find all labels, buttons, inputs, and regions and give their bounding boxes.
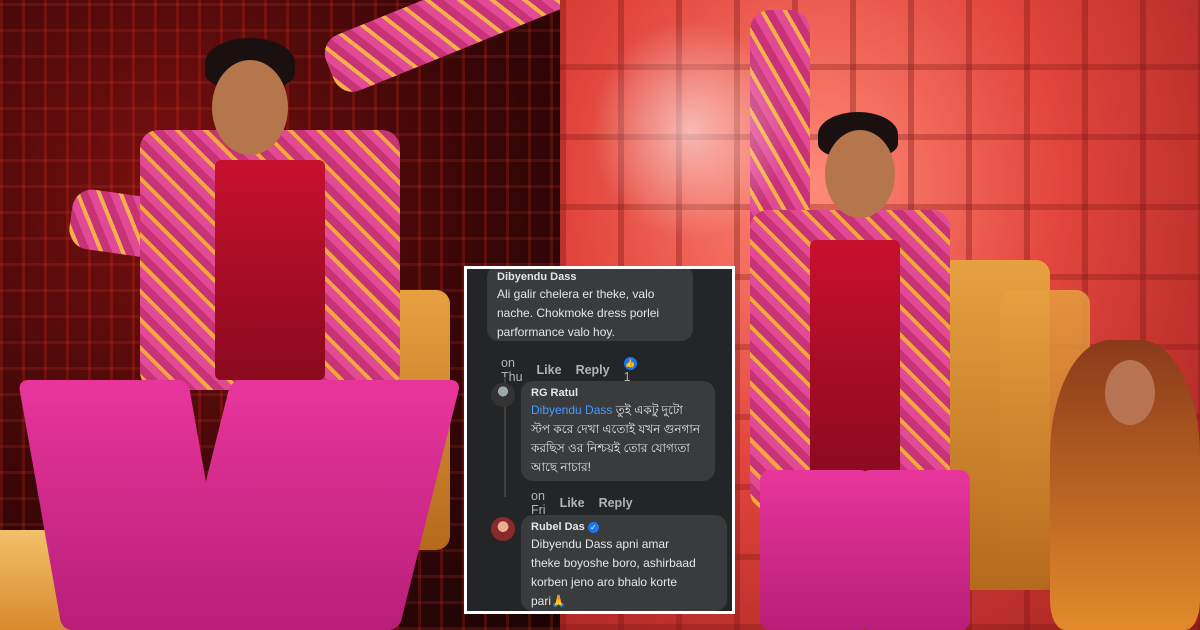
comments-screenshot: Dibyendu Dass Ali galir chelera er theke…	[464, 266, 735, 614]
reaction-summary[interactable]: 👍1	[623, 356, 641, 384]
comment-text: Dibyendu Dass তুই একটু দুটো স্টপ করে দেখ…	[531, 403, 701, 474]
comment-author[interactable]: Rubel Das ✓	[531, 521, 717, 533]
like-reaction-icon: 👍	[623, 357, 637, 371]
like-button[interactable]: Like	[537, 363, 562, 377]
comment-author[interactable]: RG Ratul	[531, 387, 705, 399]
comment-bubble: Dibyendu Dass Ali galir chelera er theke…	[487, 269, 693, 341]
avatar[interactable]	[491, 517, 515, 541]
avatar[interactable]	[491, 383, 515, 407]
verified-badge-icon: ✓	[587, 521, 599, 533]
reply-button[interactable]: Reply	[599, 496, 633, 510]
comment-text: Dibyendu Dass apni amar theke boyoshe bo…	[531, 537, 696, 608]
comment-actions: on Thu Like Reply 👍1	[501, 356, 641, 384]
comment-actions: on Fri Like Reply	[531, 489, 633, 517]
comment-text: Ali galir chelera er theke, valo nache. …	[497, 287, 660, 339]
reply-button[interactable]: Reply	[576, 363, 610, 377]
comment-bubble: RG Ratul Dibyendu Dass তুই একটু দুটো স্ট…	[521, 381, 715, 481]
like-button[interactable]: Like	[560, 496, 585, 510]
stage-smoke	[590, 20, 790, 240]
comment-bubble: Rubel Das ✓ Dibyendu Dass apni amar theke…	[521, 515, 727, 611]
comment-author[interactable]: Dibyendu Dass	[497, 271, 683, 283]
comment-time[interactable]: on Fri	[531, 489, 546, 517]
mention-link[interactable]: Dibyendu Dass	[531, 403, 612, 417]
